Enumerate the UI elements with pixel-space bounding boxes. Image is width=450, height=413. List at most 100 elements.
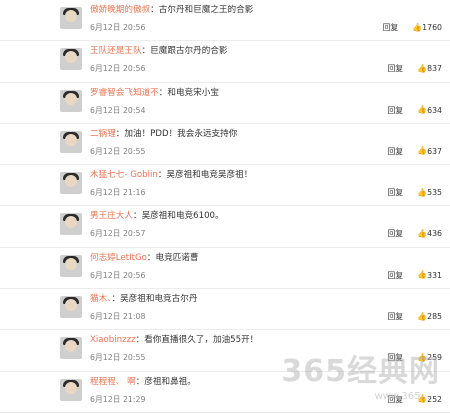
- like-count: 637: [427, 146, 442, 156]
- comment-row: 傲娇晚期的傲叔：古尔丹和巨魔之王的合影 6月12日 20:56 回复 👍 176…: [0, 0, 450, 42]
- comment-actions: 回复 👍 285: [388, 311, 442, 322]
- comment-username[interactable]: 木猛七七- Goblin: [90, 170, 158, 180]
- comment-content: 猫木、：吴彦祖和电竞古尔丹: [90, 293, 442, 306]
- comment-username[interactable]: 何志婷LetItGo: [90, 253, 147, 263]
- like-count: 1760: [422, 23, 442, 32]
- thumbs-up-icon[interactable]: 👍: [412, 23, 422, 32]
- reply-button[interactable]: 回复: [388, 270, 404, 281]
- like-count: 436: [427, 229, 442, 239]
- comment-content: 傲娇晚期的傲叔：古尔丹和巨魔之王的合影: [90, 4, 442, 17]
- comment-actions: 回复 👍 637: [388, 146, 442, 157]
- comment-content: 男王庄大人：吴彦祖和电竞6100。: [90, 210, 442, 223]
- like-count: 331: [427, 270, 442, 280]
- avatar-face: [65, 340, 77, 353]
- avatar-face: [65, 257, 77, 270]
- comment-date: 6月12日 20:56: [90, 64, 146, 74]
- like-count: 535: [427, 188, 442, 198]
- comment-text: ：和电竞宋小宝: [158, 87, 219, 98]
- comment-actions: 回复 👍 436: [388, 228, 442, 239]
- reply-button[interactable]: 回复: [388, 146, 404, 157]
- comment-row: 罗睿智会飞知道不：和电竞宋小宝 6月12日 20:54 回复 👍 634: [0, 83, 450, 124]
- avatar-face: [65, 133, 77, 146]
- comment-date: 6月12日 21:16: [90, 188, 146, 198]
- comment-text: ：吴彦祖和电竞古尔丹: [111, 294, 198, 305]
- avatar-face: [65, 92, 77, 105]
- avatar-face: [65, 216, 77, 229]
- comment-row: 木猛七七- Goblin：吴彦祖和电竞吴彦祖！ 6月12日 21:16 回复 👍…: [0, 165, 450, 207]
- thumbs-up-icon[interactable]: 👍: [417, 188, 427, 197]
- comment-date: 6月12日 20:55: [90, 353, 146, 363]
- watermark-url: www.365...: [374, 391, 430, 402]
- thumbs-up-icon[interactable]: 👍: [417, 229, 427, 238]
- comment-date: 6月12日 20:57: [90, 229, 146, 239]
- comment-date: 6月12日 21:29: [90, 394, 146, 404]
- comment-content: 王队还是王队：巨魔跟古尔丹的合影: [90, 45, 442, 58]
- avatar[interactable]: [60, 130, 82, 153]
- comment-content: 木猛七七- Goblin：吴彦祖和电竞吴彦祖！: [90, 169, 442, 182]
- avatar[interactable]: [60, 172, 82, 195]
- avatar-face: [65, 175, 77, 188]
- comment-date: 6月12日 20:55: [90, 146, 146, 156]
- avatar[interactable]: [60, 7, 82, 29]
- comment-username[interactable]: 罗睿智会飞知道不: [90, 88, 159, 98]
- comment-actions: 回复 👍 1760: [383, 22, 442, 33]
- comment-date: 6月12日 20:54: [90, 105, 146, 115]
- avatar-face: [65, 299, 77, 312]
- reply-button[interactable]: 回复: [383, 22, 399, 33]
- avatar[interactable]: [60, 378, 82, 401]
- comment-text: ：看你直播很久了，加油55开！: [135, 335, 259, 346]
- comment-row: 王队还是王队：巨魔跟古尔丹的合影 6月12日 20:56 回复 👍 837: [0, 41, 450, 83]
- thumbs-up-icon[interactable]: 👍: [417, 106, 427, 114]
- reply-button[interactable]: 回复: [388, 63, 404, 74]
- reply-button[interactable]: 回复: [388, 228, 404, 239]
- comment-row: 猫木、：吴彦祖和电竞古尔丹 6月12日 21:08 回复 👍 285: [0, 289, 450, 331]
- comment-text: ：古尔丹和巨魔之王的合影: [150, 5, 254, 15]
- comment-text: ：电竞匹诺曹: [146, 252, 199, 263]
- comment-content: 罗睿智会飞知道不：和电竞宋小宝: [90, 87, 442, 100]
- comment-content: 二锅锂：加油！PDD！我会永远支持你: [90, 128, 442, 141]
- comment-username[interactable]: 猫木、: [90, 294, 111, 304]
- comment-actions: 回复 👍 331: [388, 270, 442, 281]
- thumbs-up-icon[interactable]: 👍: [417, 271, 427, 279]
- comment-text: ：吴彦祖和电竞6100。: [132, 211, 224, 222]
- comment-username[interactable]: 二锅锂: [90, 129, 116, 139]
- avatar[interactable]: [60, 296, 82, 319]
- avatar-face: [65, 10, 77, 22]
- comment-username[interactable]: 男王庄大人: [90, 211, 133, 221]
- avatar[interactable]: [60, 254, 82, 277]
- thumbs-up-icon[interactable]: 👍: [417, 147, 427, 155]
- comment-actions: 回复 👍 634: [388, 105, 442, 116]
- comment-content: 何志婷LetItGo：电竞匹诺曹: [90, 252, 442, 265]
- comment-username[interactable]: 王队还是王队: [90, 46, 142, 56]
- comment-text: ：吴彦祖和电竞吴彦祖！: [157, 170, 253, 181]
- comment-row: 男王庄大人：吴彦祖和电竞6100。 6月12日 20:57 回复 👍 436: [0, 206, 450, 248]
- comment-row: 二锅锂：加油！PDD！我会永远支持你 6月12日 20:55 回复 👍 637: [0, 124, 450, 166]
- comment-text: ：巨魔跟古尔丹的合影: [141, 46, 228, 57]
- comment-date: 6月12日 21:08: [90, 312, 146, 322]
- thumbs-up-icon[interactable]: 👍: [417, 64, 427, 73]
- avatar[interactable]: [60, 89, 82, 112]
- comment-text: ：彦祖和鼻祖。: [135, 376, 196, 387]
- comment-actions: 回复 👍 535: [388, 187, 442, 198]
- thumbs-up-icon[interactable]: 👍: [417, 312, 427, 321]
- comment-actions: 回复 👍 837: [388, 63, 442, 74]
- avatar[interactable]: [60, 337, 82, 360]
- avatar[interactable]: [60, 48, 82, 71]
- reply-button[interactable]: 回复: [388, 105, 404, 116]
- like-count: 837: [427, 64, 442, 74]
- reply-button[interactable]: 回复: [388, 187, 404, 198]
- reply-button[interactable]: 回复: [388, 311, 404, 322]
- avatar-face: [65, 381, 77, 394]
- like-count: 634: [427, 105, 442, 115]
- comment-row: 何志婷LetItGo：电竞匹诺曹 6月12日 20:56 回复 👍 331: [0, 248, 450, 290]
- avatar-face: [65, 51, 77, 64]
- like-count: 285: [427, 312, 442, 322]
- comment-username[interactable]: Xiaobinzzz: [90, 335, 136, 345]
- comment-username[interactable]: 程程程、 啊: [90, 377, 136, 387]
- comment-date: 6月12日 20:56: [90, 270, 146, 280]
- watermark: 365经典网: [281, 354, 440, 389]
- comment-text: ：加油！PDD！我会永远支持你: [115, 128, 238, 139]
- comment-date: 6月12日 20:56: [90, 23, 146, 32]
- comment-username[interactable]: 傲娇晚期的傲叔: [90, 5, 150, 15]
- avatar[interactable]: [60, 213, 82, 236]
